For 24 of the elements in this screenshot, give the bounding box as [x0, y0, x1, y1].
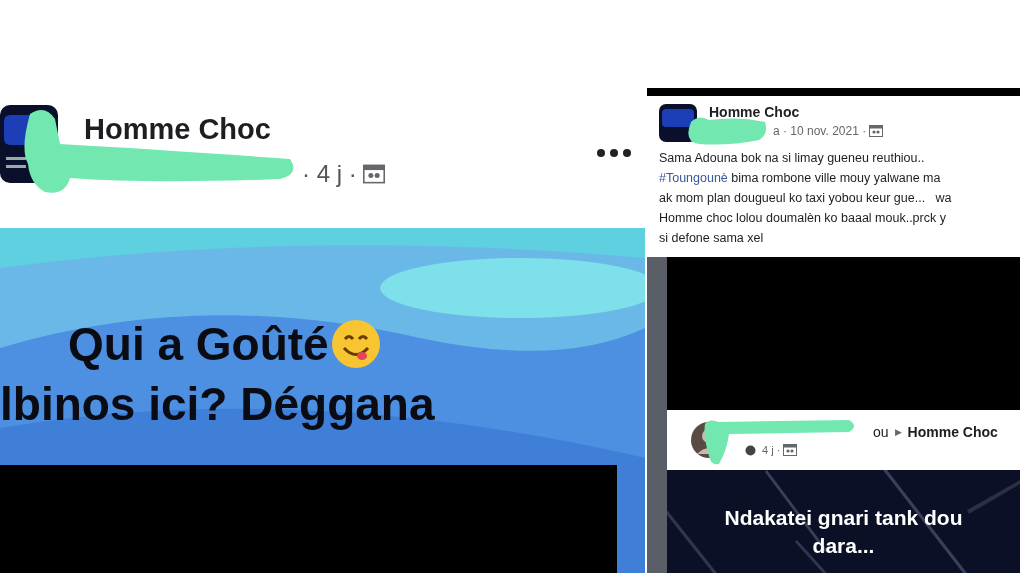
- page-logo-icon: [659, 104, 697, 142]
- page-name[interactable]: Homme Choc: [84, 113, 597, 146]
- post-text: ak mom plan dougueul ko taxi yobou keur gue... wa: [659, 190, 953, 207]
- audience-icon: [783, 444, 798, 456]
- hashtag-link[interactable]: #Toungounè: [659, 171, 728, 185]
- page-name[interactable]: Homme Choc: [709, 104, 884, 120]
- image-text: lbinos ici? Déggana: [0, 377, 435, 431]
- image-text: dara...: [812, 533, 875, 559]
- author-name[interactable]: ou: [873, 424, 889, 440]
- more-icon: [597, 149, 631, 157]
- image-text: Qui a Goûté: [68, 317, 329, 371]
- post-text: #Toungounè bima rombone ville mouy yalwane ma: [659, 170, 942, 187]
- post-text: Homme choc lolou doumalèn ko baaal mouk..prck y: [659, 210, 947, 227]
- page-name[interactable]: Homme Choc: [907, 424, 998, 440]
- post-meta: 4 j ·: [762, 444, 798, 456]
- arrow-glyph: ▶: [894, 427, 902, 437]
- post-text: si defone sama xel: [659, 230, 765, 247]
- post-meta: · 4 j ·: [302, 160, 385, 188]
- image-text: Ndakatei gnari tank dou: [724, 505, 963, 531]
- audience-icon: [362, 164, 385, 184]
- post-text: Sama Adouna bok na si limay gueneu reuthiou..: [659, 150, 926, 167]
- audience-icon: [869, 125, 884, 137]
- smiley-icon: [330, 319, 381, 369]
- post-meta: a · 10 nov. 2021 ·: [773, 124, 884, 138]
